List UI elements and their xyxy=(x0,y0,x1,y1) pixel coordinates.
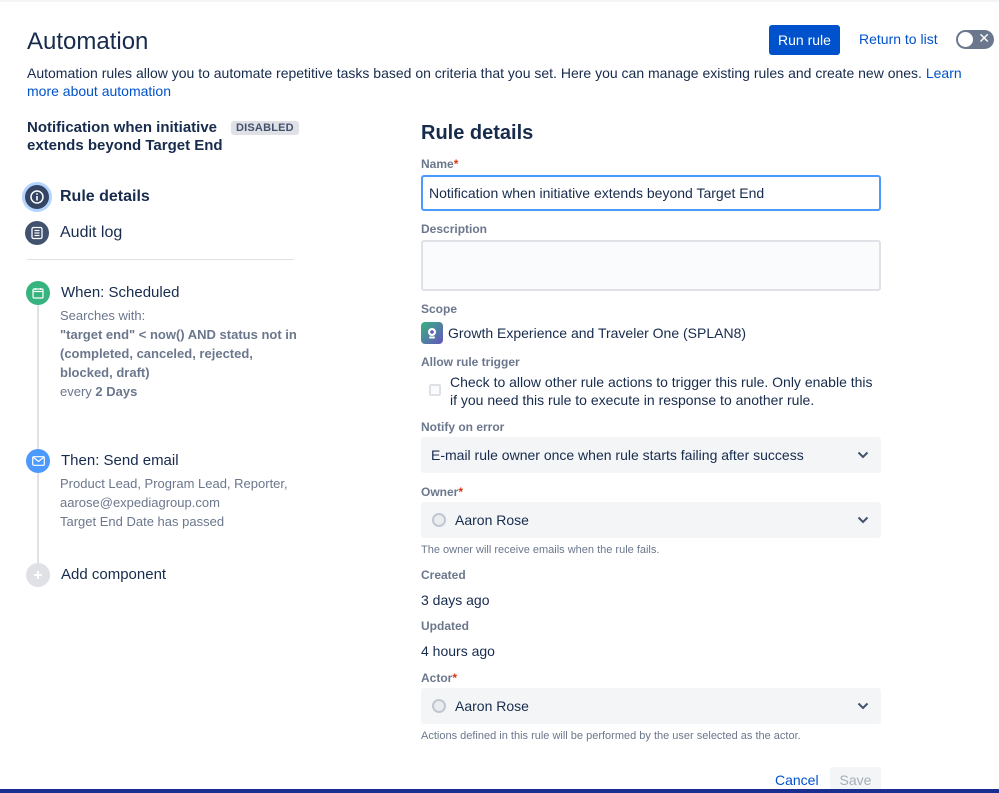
nav-item-rule-details[interactable]: Rule details xyxy=(25,185,150,209)
created-value: 3 days ago xyxy=(421,592,490,608)
description-label: Description xyxy=(421,222,488,236)
status-badge: DISABLED xyxy=(231,121,299,135)
toggle-knob xyxy=(958,32,973,47)
chevron-down-icon xyxy=(855,698,871,714)
trigger-component[interactable]: When: Scheduled Searches with: "target e… xyxy=(26,281,297,411)
nav-label: Audit log xyxy=(60,224,123,241)
bottom-border xyxy=(0,789,999,793)
sidebar-divider xyxy=(27,259,294,260)
jql-query: "target end" < now() AND status not in (… xyxy=(60,327,297,380)
email-icon xyxy=(26,449,50,473)
rule-name-heading: Notification when initiative extends bey… xyxy=(27,119,223,154)
allow-trigger-checkbox[interactable] xyxy=(429,384,441,396)
notify-on-error-select[interactable]: E-mail rule owner once when rule starts … xyxy=(421,437,881,473)
name-label: Name* xyxy=(421,157,459,171)
return-to-list-link[interactable]: Return to list xyxy=(859,31,938,47)
close-icon: ✕ xyxy=(978,31,990,47)
add-component-label: Add component xyxy=(61,566,167,583)
list-icon xyxy=(25,221,49,245)
searches-label: Searches with: xyxy=(60,308,146,323)
email-recipients: Product Lead, Program Lead, Reporter, aa… xyxy=(60,476,288,510)
schedule-frequency: every 2 Days xyxy=(60,384,138,399)
nav-item-audit-log[interactable]: Audit log xyxy=(25,221,122,245)
run-rule-button[interactable]: Run rule xyxy=(769,25,840,55)
intro-text: Automation rules allow you to automate r… xyxy=(27,65,962,99)
plus-icon xyxy=(26,563,50,587)
allow-trigger-text: Check to allow other rule actions to tri… xyxy=(450,374,873,408)
cancel-button[interactable]: Cancel xyxy=(775,772,819,788)
allow-trigger-row: Check to allow other rule actions to tri… xyxy=(429,373,880,409)
scope-value: Growth Experience and Traveler One (SPLA… xyxy=(448,325,747,341)
scope-project: Growth Experience and Traveler One (SPLA… xyxy=(421,322,746,344)
email-subject: Target End Date has passed xyxy=(60,514,225,529)
action-details: Product Lead, Program Lead, Reporter, aa… xyxy=(60,474,300,531)
calendar-icon xyxy=(26,281,50,305)
updated-label: Updated xyxy=(421,619,469,633)
allow-trigger-label: Allow rule trigger xyxy=(421,355,520,369)
required-mark: * xyxy=(458,485,464,499)
rule-details-title: Rule details xyxy=(421,122,534,144)
created-label: Created xyxy=(421,568,466,582)
owner-help: The owner will receive emails when the r… xyxy=(421,544,660,556)
action-component[interactable]: Then: Send email Product Lead, Program L… xyxy=(26,449,296,534)
owner-select[interactable]: Aaron Rose xyxy=(421,502,881,538)
scope-label: Scope xyxy=(421,302,458,316)
project-avatar-icon xyxy=(421,322,443,344)
notify-label: Notify on error xyxy=(421,420,505,434)
actor-value: Aaron Rose xyxy=(455,698,529,714)
actor-label: Actor* xyxy=(421,671,458,685)
actor-select[interactable]: Aaron Rose xyxy=(421,688,881,724)
trigger-title: When: Scheduled xyxy=(61,284,180,301)
nav-label: Rule details xyxy=(60,188,150,205)
info-icon xyxy=(25,185,49,209)
required-mark: * xyxy=(453,157,459,171)
rule-name-input[interactable] xyxy=(421,175,881,211)
avatar xyxy=(432,699,446,713)
chevron-down-icon xyxy=(855,512,871,528)
owner-label: Owner* xyxy=(421,485,464,499)
notify-value: E-mail rule owner once when rule starts … xyxy=(431,447,804,463)
actor-help: Actions defined in this rule will be per… xyxy=(421,730,801,742)
trigger-details: Searches with: "target end" < now() AND … xyxy=(60,306,300,401)
add-component-button[interactable]: Add component xyxy=(26,563,296,589)
avatar xyxy=(432,513,446,527)
action-title: Then: Send email xyxy=(61,452,179,469)
chevron-down-icon xyxy=(855,447,871,463)
description-textarea[interactable] xyxy=(421,240,881,291)
page-title: Automation xyxy=(27,28,149,55)
top-border xyxy=(0,0,999,2)
rule-enabled-toggle[interactable]: ✕ xyxy=(956,30,994,49)
updated-value: 4 hours ago xyxy=(421,643,495,659)
required-mark: * xyxy=(452,671,458,685)
owner-value: Aaron Rose xyxy=(455,512,529,528)
